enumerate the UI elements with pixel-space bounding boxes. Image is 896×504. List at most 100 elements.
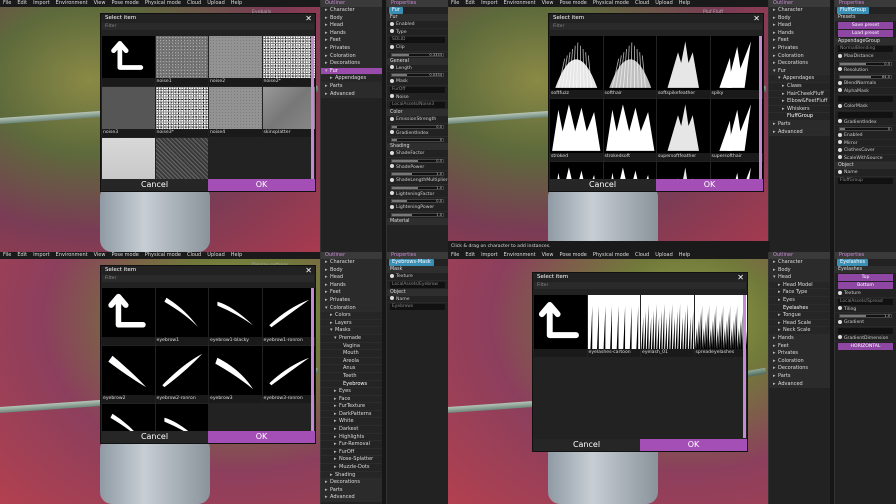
ok-button[interactable]: OK [208, 179, 315, 191]
character-pants[interactable] [100, 437, 210, 504]
property-row[interactable]: LighteningPower [387, 204, 448, 212]
menu-item-edit[interactable]: Edit [17, 252, 27, 259]
menu-item-help[interactable]: Help [231, 252, 242, 259]
item-tile[interactable]: eyebrow3-ronron [262, 346, 315, 403]
outliner-item[interactable]: ▸ Feet [769, 37, 830, 45]
property-field[interactable]: LocalAssets/Spread [838, 298, 893, 305]
dialog-scrollbar[interactable] [743, 295, 746, 438]
close-icon[interactable]: ✕ [753, 14, 760, 23]
item-tile[interactable]: eyelashes-cartoon [587, 295, 640, 357]
outliner-item[interactable]: ▸ Hands [321, 281, 382, 290]
cancel-button[interactable]: Cancel [101, 431, 208, 443]
toggle-icon[interactable] [390, 44, 394, 49]
property-row[interactable]: Tiling [835, 306, 896, 313]
property-row[interactable]: GradientIndex [835, 119, 896, 126]
menu-item-import[interactable]: Import [481, 252, 498, 259]
toggle-icon[interactable] [838, 169, 842, 174]
outliner-item[interactable]: Mouth [321, 350, 382, 358]
property-row[interactable]: Clip [387, 44, 448, 52]
outliner-item[interactable]: ▾ Fur [769, 67, 830, 76]
menu-item-file[interactable]: File [451, 0, 459, 7]
menu-item-environment[interactable]: Environment [504, 0, 536, 7]
property-slider[interactable]: 0 [391, 138, 444, 142]
outliner-item[interactable]: ▸ Muzzle-Dots [321, 464, 382, 472]
menu-item-upload[interactable]: Upload [207, 252, 225, 259]
outliner-item[interactable]: ▸ Claws [769, 82, 830, 91]
property-row[interactable]: Texture [835, 290, 896, 298]
property-section-header[interactable]: General [387, 57, 448, 65]
outliner-item[interactable]: ▸ Head [321, 22, 382, 30]
filter-input[interactable]: Filter [534, 282, 746, 289]
property-row[interactable]: Noise [387, 94, 448, 101]
property-row[interactable]: ScaleWithSource [835, 155, 896, 162]
outliner-item[interactable]: ▸ Parts [321, 486, 382, 495]
item-tile[interactable]: eyebrow3 [209, 346, 262, 403]
property-field[interactable]: LocalAssets/Noise3 [390, 102, 445, 108]
menu-item-cloud[interactable]: Cloud [635, 252, 649, 259]
menu-item-upload[interactable]: Upload [207, 0, 225, 7]
outliner-item[interactable]: ▸ Head [769, 22, 830, 30]
outliner-item[interactable]: ▸ Appendages [321, 75, 382, 83]
property-row[interactable]: Length [387, 65, 448, 72]
outliner-item[interactable]: Eyebrows [321, 380, 382, 389]
item-tile[interactable] [657, 162, 710, 179]
outliner-item[interactable]: Teeth [321, 372, 382, 381]
property-slider[interactable]: 0.5 [391, 158, 444, 163]
ok-button[interactable]: OK [640, 439, 747, 451]
property-section-header[interactable]: Fur [387, 14, 448, 21]
property-field[interactable] [838, 96, 893, 102]
property-slider[interactable]: 0.0 [391, 124, 444, 129]
toggle-icon[interactable] [838, 88, 842, 92]
toggle-icon[interactable] [838, 306, 842, 310]
outliner-item[interactable]: ▸ Advanced [321, 494, 382, 502]
item-tile[interactable] [155, 404, 208, 431]
outliner-item[interactable]: ▸ Parts [321, 82, 382, 91]
menu-item-import[interactable]: Import [33, 252, 50, 259]
item-tile[interactable]: skinsplatter [262, 87, 315, 137]
toggle-icon[interactable] [838, 132, 842, 137]
toggle-icon[interactable] [390, 65, 394, 69]
menu-item-environment[interactable]: Environment [56, 252, 88, 259]
outliner-item[interactable]: ▸ Head Model [769, 281, 830, 290]
outliner-item[interactable]: ▸ Character [769, 7, 830, 15]
property-field[interactable]: Eyebrows [390, 304, 445, 310]
outliner-item[interactable]: ▸ Body [769, 14, 830, 23]
item-tile[interactable] [710, 162, 763, 179]
toggle-icon[interactable] [838, 335, 842, 339]
outliner-item[interactable]: ▸ Body [321, 266, 382, 275]
toggle-icon[interactable] [390, 94, 394, 98]
outliner-item[interactable]: ▸ Darkest [321, 426, 382, 434]
menu-item-edit[interactable]: Edit [465, 0, 475, 7]
item-tile[interactable]: eyebrow1 [155, 288, 208, 345]
property-section-header[interactable]: Color [387, 109, 448, 116]
outliner-item[interactable]: ▸ Feet [769, 342, 830, 351]
item-tile[interactable]: stroked [550, 99, 603, 161]
property-row[interactable]: Enabled [387, 21, 448, 29]
menu-item-physical-mode[interactable]: Physical mode [593, 0, 629, 7]
item-tile[interactable]: softhair [603, 36, 656, 98]
property-field[interactable]: FurOff [390, 86, 445, 93]
property-button[interactable]: Top [838, 274, 893, 281]
outliner-item[interactable]: ▸ Character [321, 7, 382, 15]
menu-item-upload[interactable]: Upload [655, 252, 673, 259]
dialog-scrollbar[interactable] [311, 288, 314, 431]
toggle-icon[interactable] [390, 150, 394, 155]
item-tile[interactable] [603, 162, 656, 179]
property-row[interactable]: ClothesCover [835, 147, 896, 155]
outliner-item[interactable]: ▸ Feet [321, 37, 382, 45]
outliner-item[interactable]: ▸ Hands [769, 29, 830, 38]
outliner-item[interactable]: ▸ Decorations [769, 365, 830, 373]
outliner-item[interactable]: ▸ Coloration [769, 52, 830, 61]
item-tile[interactable] [534, 295, 587, 357]
item-tile[interactable]: supersofthair [710, 99, 763, 161]
close-icon[interactable]: ✕ [305, 266, 312, 275]
property-row[interactable]: Texture [387, 273, 448, 281]
property-row[interactable]: LighteningFactor [387, 191, 448, 198]
property-section-header[interactable]: Material [387, 217, 448, 225]
object-chip[interactable]: FluffGroup [837, 7, 870, 14]
outliner-item[interactable]: ▸ Feet [321, 289, 382, 297]
item-tile[interactable]: softspikefeather [657, 36, 710, 98]
item-tile[interactable]: noise4 [209, 87, 262, 137]
item-tile[interactable] [102, 404, 155, 431]
property-section-header[interactable]: Shading [387, 143, 448, 150]
